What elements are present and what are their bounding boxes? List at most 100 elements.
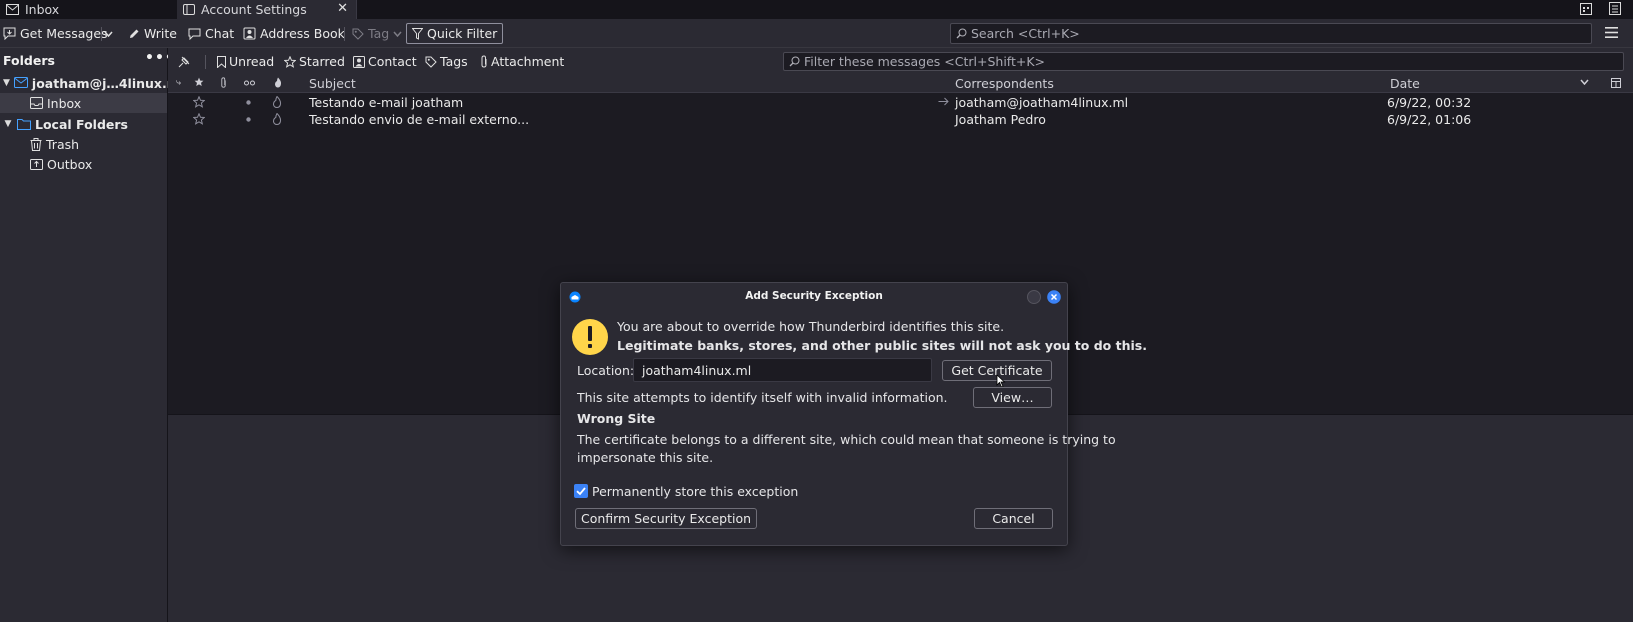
folder-trash[interactable]: Trash — [0, 134, 167, 154]
trash-icon — [30, 137, 42, 151]
local-folders-label: Local Folders — [35, 116, 128, 132]
tab-bar: Inbox Account Settings ✕ — [0, 0, 1633, 19]
global-search-input[interactable]: Search <Ctrl+K> — [950, 23, 1592, 44]
search-icon — [789, 56, 800, 67]
contact-label: Contact — [368, 54, 417, 69]
permanent-exception-checkbox[interactable] — [574, 484, 588, 498]
bookmark-icon — [217, 55, 226, 68]
wrong-site-description-cont: impersonate this site. — [577, 450, 714, 465]
chat-label: Chat — [205, 26, 235, 41]
hamburger-menu-icon[interactable] — [1605, 27, 1618, 38]
location-value: joatham4linux.ml — [642, 362, 752, 378]
address-book-icon — [243, 27, 256, 40]
thread-column-icon[interactable]: ⤷ — [176, 78, 181, 88]
folder-inbox[interactable]: Inbox — [0, 93, 167, 113]
search-icon — [956, 28, 967, 39]
warning-text-bold: Legitimate banks, stores, and other publ… — [617, 338, 1147, 353]
tag-icon — [352, 28, 364, 40]
confirm-security-exception-button[interactable]: Confirm Security Exception — [575, 508, 757, 529]
filter-starred-button[interactable]: Starred — [284, 52, 345, 71]
unread-label: Unread — [229, 54, 275, 69]
get-messages-label: Get Messages — [20, 26, 108, 41]
chevron-down-icon[interactable]: ▼ — [3, 78, 10, 88]
contact-icon — [353, 55, 365, 68]
sticky-pin-icon[interactable] — [178, 52, 190, 71]
toolbar-divider — [101, 27, 102, 41]
tags-label: Tags — [440, 54, 468, 69]
chevron-down-icon[interactable] — [1580, 79, 1589, 85]
tab-account-settings[interactable]: Account Settings ✕ — [177, 0, 357, 19]
filter-contact-button[interactable]: Contact — [353, 52, 417, 71]
permanent-exception-label[interactable]: Permanently store this exception — [592, 484, 798, 499]
chevron-down-icon[interactable]: ▼ — [3, 119, 13, 129]
toolbar-divider — [205, 55, 206, 69]
write-label: Write — [144, 26, 178, 41]
view-certificate-button[interactable]: View… — [973, 387, 1052, 408]
close-icon[interactable] — [1047, 290, 1061, 304]
toolbar-divider — [344, 27, 345, 41]
cancel-button[interactable]: Cancel — [974, 508, 1053, 529]
close-tab-icon[interactable]: ✕ — [337, 1, 348, 16]
chat-bubble-icon — [188, 28, 201, 40]
folder-pane: Folders ••• ▼ joatham@j…4linux.ml Inbox … — [0, 48, 184, 622]
address-book-button[interactable]: Address Book — [243, 23, 345, 44]
correspondents-column-header[interactable]: Correspondents — [955, 76, 1054, 91]
tab-inbox[interactable]: Inbox — [0, 0, 176, 19]
tag-button[interactable]: Tag — [352, 23, 402, 44]
message-subject: Testando e-mail joatham — [309, 95, 464, 110]
pencil-icon — [128, 28, 140, 40]
junk-toggle-icon[interactable] — [272, 113, 282, 125]
filter-attachment-button[interactable]: Attachment — [480, 52, 564, 71]
confirm-label: Confirm Security Exception — [580, 511, 752, 526]
calendar-icon[interactable] — [1580, 2, 1592, 15]
minimize-circle-icon[interactable] — [1027, 290, 1041, 304]
funnel-icon — [412, 27, 423, 40]
folder-outbox[interactable]: Outbox — [0, 154, 167, 174]
star-toggle-icon[interactable] — [193, 96, 205, 108]
folder-account[interactable]: ▼ joatham@j…4linux.ml — [0, 73, 184, 93]
get-messages-dropdown[interactable] — [104, 23, 113, 44]
account-mail-icon — [13, 77, 28, 89]
attachment-column-icon[interactable] — [220, 77, 227, 88]
trash-label: Trash — [46, 136, 80, 152]
write-button[interactable]: Write — [128, 23, 177, 44]
warning-icon — [572, 319, 608, 355]
chat-button[interactable]: Chat — [188, 23, 234, 44]
download-chat-icon — [3, 27, 16, 40]
folder-local-folders[interactable]: ▼ Local Folders — [0, 114, 167, 134]
message-correspondent: joatham@joatham4linux.ml — [955, 95, 1129, 110]
filter-tags-button[interactable]: Tags — [425, 52, 468, 71]
permanent-exception-text: Permanently store this exception — [592, 484, 799, 499]
star-toggle-icon[interactable] — [193, 113, 205, 125]
date-column-header[interactable]: Date — [1390, 76, 1420, 91]
column-picker-icon[interactable] — [1611, 78, 1621, 88]
star-column-icon[interactable] — [194, 77, 204, 87]
column-header-row: ⤷ Subject Correspondents Date — [168, 75, 1633, 93]
table-row[interactable]: Testando envio de e-mail externo... Joat… — [168, 111, 1633, 128]
filter-unread-button[interactable]: Unread — [217, 52, 274, 71]
message-date: 6/9/22, 01:06 — [1387, 112, 1472, 127]
arrow-right-icon — [938, 97, 949, 106]
outbox-label: Outbox — [47, 156, 93, 172]
get-messages-button[interactable]: Get Messages — [3, 23, 108, 44]
read-dot-icon[interactable] — [246, 117, 251, 122]
read-dot-icon[interactable] — [246, 100, 251, 105]
tasks-icon[interactable] — [1609, 2, 1621, 15]
junk-column-icon[interactable] — [274, 77, 282, 88]
read-status-column-icon[interactable] — [244, 80, 255, 86]
add-security-exception-dialog: Add Security Exception You are about to … — [560, 282, 1147, 546]
table-row[interactable]: Testando e-mail joatham joatham@joatham4… — [168, 94, 1633, 111]
cancel-label: Cancel — [992, 511, 1035, 526]
location-input[interactable]: joatham4linux.ml — [633, 358, 932, 382]
filter-placeholder: Filter these messages <Ctrl+Shift+K> — [804, 54, 1046, 69]
tag-icon — [425, 56, 437, 68]
main-toolbar: Get Messages Write Chat Address Book Tag — [0, 19, 1633, 48]
folder-icon — [17, 118, 31, 130]
filter-messages-input[interactable]: Filter these messages <Ctrl+Shift+K> — [783, 52, 1624, 71]
quick-filter-button[interactable]: Quick Filter — [406, 23, 504, 44]
message-subject: Testando envio de e-mail externo... — [309, 112, 530, 127]
junk-toggle-icon[interactable] — [272, 96, 282, 108]
subject-column-header[interactable]: Subject — [309, 76, 356, 91]
search-placeholder: Search <Ctrl+K> — [971, 26, 1080, 41]
warning-text: You are about to override how Thunderbir… — [617, 319, 1005, 334]
